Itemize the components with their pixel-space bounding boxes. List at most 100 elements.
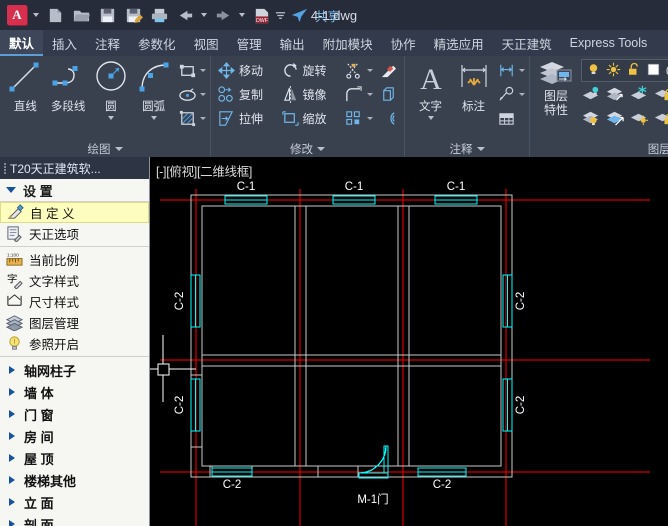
text-button[interactable]: A 文字 (409, 59, 452, 120)
layer-lock-icon[interactable] (653, 84, 668, 106)
app-menu-button[interactable]: A (4, 2, 30, 28)
chevron-down-icon[interactable] (367, 69, 373, 72)
chevron-down-icon[interactable] (200, 93, 206, 96)
group-header-stairs-other[interactable]: 楼梯其他 (0, 469, 149, 491)
fillet-button[interactable] (342, 83, 375, 106)
array-button[interactable] (342, 107, 375, 130)
line-button[interactable]: 直线 (4, 59, 47, 114)
drag-grip-icon[interactable] (4, 163, 6, 174)
hatch-icon[interactable] (178, 109, 197, 128)
group-header-roof[interactable]: 屋 顶 (0, 447, 149, 469)
stretch-button[interactable]: 拉伸 (215, 107, 277, 130)
arc-button[interactable]: 圆弧 (132, 59, 175, 120)
mirror-button[interactable]: 镜像 (279, 83, 341, 106)
circle-button[interactable]: 圆 (90, 59, 133, 120)
tab-express-tools[interactable]: Express Tools (561, 30, 657, 56)
table-icon[interactable] (497, 109, 516, 128)
layer-unlock-icon[interactable] (626, 62, 641, 80)
open-file-icon[interactable] (68, 2, 94, 28)
save-icon[interactable] (94, 2, 120, 28)
erase-button[interactable] (377, 59, 400, 82)
item-tianzheng-options[interactable]: 天正选项 (0, 223, 149, 244)
panel-layers: 图层 特性 (529, 56, 668, 157)
copy-button[interactable]: 复制 (215, 83, 277, 106)
dwf-icon[interactable]: DWF (248, 2, 274, 28)
plot-icon[interactable] (146, 2, 172, 28)
group-header-settings[interactable]: 设 置 (0, 179, 149, 202)
layer-make-current-icon[interactable] (605, 84, 626, 106)
scale-button[interactable]: 缩放 (279, 107, 341, 130)
move-button[interactable]: 移动 (215, 59, 277, 82)
group-header-elevation[interactable]: 立 面 (0, 491, 149, 513)
tab-tianzheng[interactable]: 天正建筑 (493, 30, 561, 56)
item-text-style[interactable]: 字 文字样式 (0, 270, 149, 291)
group-header-wall[interactable]: 墙 体 (0, 381, 149, 403)
layer-off-icon[interactable] (581, 108, 602, 130)
tab-insert[interactable]: 插入 (43, 30, 86, 56)
drawing-canvas[interactable]: [-][俯视][二维线框] (150, 157, 668, 526)
redo-dropdown[interactable] (236, 2, 248, 28)
app-menu-dropdown[interactable] (30, 2, 42, 28)
ellipse-icon[interactable] (178, 85, 197, 104)
dim-style-icon[interactable] (497, 61, 516, 80)
undo-dropdown[interactable] (198, 2, 210, 28)
chevron-down-icon[interactable] (200, 69, 206, 72)
chevron-down-icon[interactable] (519, 69, 525, 72)
layer-turn-all-on-icon[interactable] (629, 108, 650, 130)
panel-title-modify[interactable]: 修改 (211, 140, 404, 157)
trim-button[interactable] (342, 59, 375, 82)
panel-title-layers[interactable]: 图层 (530, 140, 668, 157)
tab-collaborate[interactable]: 协作 (382, 30, 425, 56)
new-file-icon[interactable] (42, 2, 68, 28)
layer-properties-button[interactable]: 图层 特性 (533, 59, 579, 117)
tab-manage[interactable]: 管理 (228, 30, 271, 56)
layer-on-icon[interactable] (586, 62, 601, 80)
rotate-button[interactable]: 旋转 (279, 59, 341, 82)
share-icon[interactable] (286, 2, 312, 28)
tab-default[interactable]: 默认 (0, 30, 43, 56)
layer-thaw-icon[interactable] (606, 62, 621, 80)
tab-addins[interactable]: 附加模块 (314, 30, 382, 56)
item-current-scale[interactable]: 1:100 当前比例 (0, 249, 149, 270)
group-header-door-window[interactable]: 门 窗 (0, 403, 149, 425)
layer-isolate-icon[interactable] (581, 84, 602, 106)
rectangle-icon[interactable] (178, 61, 197, 80)
current-layer-control[interactable]: 0 (581, 59, 668, 82)
item-layer-manage[interactable]: 图层管理 (0, 312, 149, 333)
save-as-icon[interactable] (120, 2, 146, 28)
redo-icon[interactable] (210, 2, 236, 28)
panel-title-annotation[interactable]: 注释 (405, 140, 529, 157)
layer-color-swatch[interactable] (646, 62, 661, 80)
explode-button[interactable] (377, 83, 400, 106)
chevron-down-icon[interactable] (519, 93, 525, 96)
tab-output[interactable]: 输出 (271, 30, 314, 56)
polyline-button[interactable]: 多段线 (47, 59, 90, 114)
chevron-down-icon[interactable] (200, 117, 206, 120)
layer-match-icon[interactable] (605, 108, 626, 130)
chevron-down-icon[interactable] (151, 116, 157, 120)
chevron-down-icon[interactable] (367, 117, 373, 120)
tab-featured-apps[interactable]: 精选应用 (425, 30, 493, 56)
chevron-down-icon[interactable] (367, 93, 373, 96)
undo-icon[interactable] (172, 2, 198, 28)
item-xref-on[interactable]: 参照开启 (0, 333, 149, 354)
item-customize[interactable]: 自 定 义 (0, 202, 149, 223)
dock-title-bar[interactable]: T20天正建筑软... (0, 157, 149, 179)
group-header-axis-columns[interactable]: 轴网柱子 (0, 359, 149, 381)
tab-view[interactable]: 视图 (185, 30, 228, 56)
tab-parametric[interactable]: 参数化 (129, 30, 185, 56)
chevron-down-icon[interactable] (108, 116, 114, 120)
group-header-section[interactable]: 剖 面 (0, 513, 149, 526)
layer-freeze-icon[interactable] (629, 84, 650, 106)
leader-icon[interactable] (497, 85, 516, 104)
offset-button[interactable] (377, 107, 400, 130)
chevron-down-icon[interactable] (428, 116, 434, 120)
share-label[interactable]: 共享 (315, 6, 340, 25)
panel-title-draw[interactable]: 绘图 (0, 140, 210, 157)
dimension-button[interactable]: 标注 (452, 59, 495, 114)
tab-annotate[interactable]: 注释 (86, 30, 129, 56)
layer-unlock-all-icon[interactable] (653, 108, 668, 130)
item-dim-style[interactable]: 尺寸样式 (0, 291, 149, 312)
customize-qat-icon[interactable] (274, 2, 286, 28)
group-header-room[interactable]: 房 间 (0, 425, 149, 447)
